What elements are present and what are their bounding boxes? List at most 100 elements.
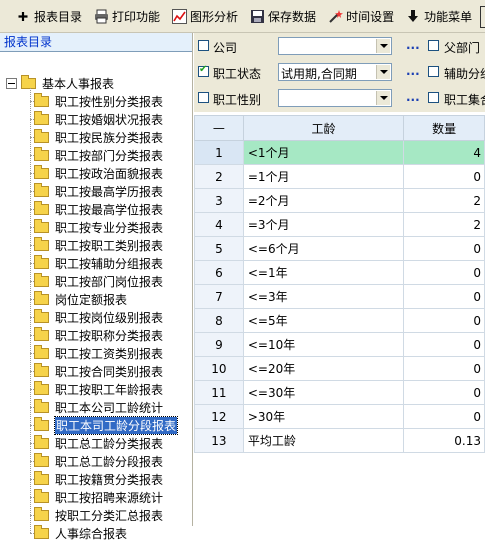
row-index-cell[interactable]: 13 [194, 428, 244, 453]
tree-item-report[interactable]: 职工按辅助分组报表 [30, 254, 163, 272]
chevron-down-icon[interactable] [376, 91, 390, 105]
table-row[interactable]: 8 <=5年 0 [194, 308, 485, 333]
chevron-down-icon[interactable] [376, 39, 390, 53]
tree-item-report[interactable]: 按职工分类汇总报表 [30, 506, 163, 524]
function-menu-button[interactable]: 功能菜单 [404, 5, 476, 27]
table-row[interactable]: 13 平均工龄 0.13 [194, 428, 485, 453]
seniority-cell[interactable]: =1个月 [242, 164, 405, 189]
row-index-cell[interactable]: 6 [194, 260, 244, 285]
count-cell[interactable]: 4 [403, 140, 485, 165]
row-index-cell[interactable]: 11 [194, 380, 244, 405]
row-index-cell[interactable]: 10 [194, 356, 244, 381]
report-catalog-button[interactable]: 报表目录 [14, 5, 86, 27]
tree-item-report[interactable]: 职工按岗位级别报表 [30, 308, 163, 326]
tree-item-report[interactable]: 职工按婚姻状况报表 [30, 110, 163, 128]
filter-checkbox[interactable] [198, 64, 209, 77]
row-index-cell[interactable]: 7 [194, 284, 244, 309]
table-row[interactable]: 10 <=20年 0 [194, 356, 485, 381]
table-row[interactable]: 3 =2个月 2 [194, 188, 485, 213]
tree-item-report[interactable]: 职工按职工类别报表 [30, 236, 163, 254]
table-row[interactable]: 7 <=3年 0 [194, 284, 485, 309]
seniority-cell[interactable]: <=20年 [242, 356, 405, 381]
count-cell[interactable]: 0 [403, 356, 485, 381]
save-data-button[interactable]: 保存数据 [248, 5, 320, 27]
row-index-cell[interactable]: 2 [194, 164, 244, 189]
seniority-cell[interactable]: <=30年 [242, 380, 405, 405]
count-cell[interactable]: 0 [403, 236, 485, 261]
seniority-cell[interactable]: >30年 [242, 404, 405, 429]
chevron-down-icon[interactable] [376, 65, 390, 79]
seniority-cell[interactable]: <1个月 [242, 140, 405, 165]
tree-item-report[interactable]: 职工总工龄分段报表 [30, 452, 163, 470]
tree-item-report[interactable]: 职工按最高学位报表 [30, 200, 163, 218]
tree-item-report[interactable]: 职工按招聘来源统计 [30, 488, 163, 506]
tree-item-report[interactable]: 职工按职工年龄报表 [30, 380, 163, 398]
count-cell[interactable]: 2 [403, 188, 485, 213]
tree-root-node[interactable]: 基本人事报表 [6, 74, 114, 92]
count-cell[interactable]: 0 [403, 164, 485, 189]
seniority-cell[interactable]: 平均工龄 [242, 428, 405, 453]
tree-item-report[interactable]: 人事综合报表 [30, 524, 127, 542]
tree-item-report[interactable]: 职工按籍贯分类报表 [30, 470, 163, 488]
row-index-cell[interactable]: 8 [194, 308, 244, 333]
count-cell[interactable]: 0 [403, 284, 485, 309]
tree-item-report[interactable]: 职工按性别分类报表 [30, 92, 163, 110]
collapse-icon[interactable] [6, 77, 17, 89]
filter-combo[interactable] [278, 89, 392, 107]
chart-analysis-button[interactable]: 图形分析 [170, 5, 242, 27]
row-index-cell[interactable]: 5 [194, 236, 244, 261]
tree-item-report[interactable]: 职工按工资类别报表 [30, 344, 163, 362]
seniority-cell[interactable]: <=10年 [242, 332, 405, 357]
seniority-cell[interactable]: <=1年 [242, 260, 405, 285]
seniority-cell[interactable]: <=3年 [242, 284, 405, 309]
count-column-header[interactable]: 数量 [403, 115, 485, 141]
tree-item-report[interactable]: 职工按专业分类报表 [30, 218, 163, 236]
count-cell[interactable]: 0 [403, 404, 485, 429]
filter-combo[interactable] [278, 37, 392, 55]
seniority-cell[interactable]: =3个月 [242, 212, 405, 237]
tree-item-report[interactable]: 职工按政治面貌报表 [30, 164, 163, 182]
row-index-cell[interactable]: 4 [194, 212, 244, 237]
tree-item-report[interactable]: 岗位定额报表 [30, 290, 127, 308]
table-row[interactable]: 11 <=30年 0 [194, 380, 485, 405]
table-row[interactable]: 5 <=6个月 0 [194, 236, 485, 261]
count-cell[interactable]: 0 [403, 308, 485, 333]
table-row[interactable]: 9 <=10年 0 [194, 332, 485, 357]
count-cell[interactable]: 0 [403, 260, 485, 285]
more-options-button[interactable]: ... [406, 90, 420, 104]
index-column-header[interactable]: — [194, 115, 244, 141]
filter-checkbox[interactable] [198, 92, 209, 103]
table-row[interactable]: 6 <=1年 0 [194, 260, 485, 285]
table-row[interactable]: 2 =1个月 0 [194, 164, 485, 189]
count-cell[interactable]: 0.13 [403, 428, 485, 453]
more-options-button[interactable]: ... [406, 38, 420, 52]
seniority-cell[interactable]: <=6个月 [242, 236, 405, 261]
tree-item-report[interactable]: 职工按最高学历报表 [30, 182, 163, 200]
seniority-column-header[interactable]: 工龄 [242, 115, 405, 141]
tree-item-report[interactable]: 职工按职称分类报表 [30, 326, 163, 344]
tree-item-report[interactable]: 职工按合同类别报表 [30, 362, 163, 380]
filter-checkbox-right[interactable] [428, 92, 439, 103]
seniority-cell[interactable]: =2个月 [242, 188, 405, 213]
table-row[interactable]: 1 <1个月 4 [194, 140, 485, 165]
table-row[interactable]: 12 >30年 0 [194, 404, 485, 429]
seniority-cell[interactable]: <=5年 [242, 308, 405, 333]
row-index-cell[interactable]: 3 [194, 188, 244, 213]
row-index-cell[interactable]: 12 [194, 404, 244, 429]
filter-combo[interactable]: 试用期,合同期 [278, 63, 392, 81]
count-cell[interactable]: 2 [403, 212, 485, 237]
tree-item-report[interactable]: 职工本公司工龄统计 [30, 398, 163, 416]
tree-item-report[interactable]: 职工总工龄分类报表 [30, 434, 163, 452]
tree-item-report[interactable]: 职工按部门岗位报表 [30, 272, 163, 290]
row-index-cell[interactable]: 9 [194, 332, 244, 357]
count-cell[interactable]: 0 [403, 380, 485, 405]
filter-checkbox-right[interactable] [428, 66, 439, 77]
print-button[interactable]: 打印功能 [92, 5, 164, 27]
tree-item-report[interactable]: 职工按民族分类报表 [30, 128, 163, 146]
more-options-button[interactable]: ... [406, 64, 420, 78]
filter-checkbox-right[interactable] [428, 40, 439, 51]
tree-item-report[interactable]: 职工本司工龄分段报表 [30, 415, 179, 435]
row-index-cell[interactable]: 1 [194, 140, 244, 165]
time-settings-button[interactable]: 时间设置 [326, 5, 398, 27]
tree-item-report[interactable]: 职工按部门分类报表 [30, 146, 163, 164]
